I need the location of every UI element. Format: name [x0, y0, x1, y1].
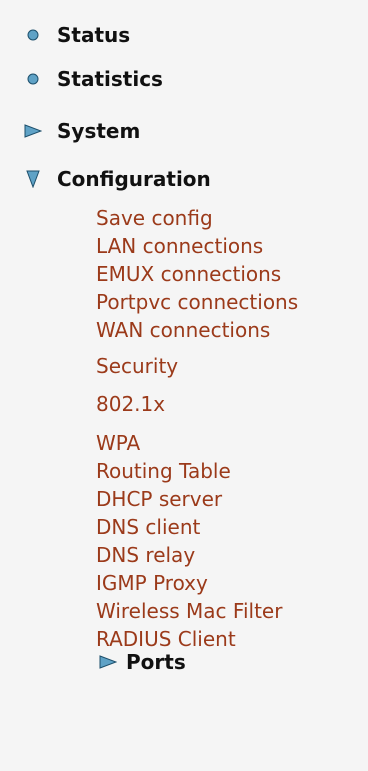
menu-item-label: Status — [57, 23, 131, 47]
submenu-link-security[interactable]: Security — [96, 354, 178, 378]
circle-bullet-icon — [24, 26, 42, 44]
submenu-link-dns-client[interactable]: DNS client — [96, 515, 200, 539]
menu-item-system[interactable]: System — [24, 116, 140, 146]
submenu-link-wireless-mac-filter[interactable]: Wireless Mac Filter — [96, 599, 282, 623]
submenu-link-portpvc-connections[interactable]: Portpvc connections — [96, 290, 298, 314]
submenu-link-8021x[interactable]: 802.1x — [96, 392, 165, 416]
triangle-down-icon — [24, 170, 42, 188]
submenu-link-dns-relay[interactable]: DNS relay — [96, 543, 195, 567]
submenu-link-dhcp-server[interactable]: DHCP server — [96, 487, 222, 511]
submenu-link-igmp-proxy[interactable]: IGMP Proxy — [96, 571, 208, 595]
submenu-link-wpa[interactable]: WPA — [96, 431, 140, 455]
menu-item-label: Configuration — [57, 167, 211, 191]
menu-item-label: Statistics — [57, 67, 163, 91]
submenu-item-label: Ports — [126, 650, 186, 674]
submenu-item-ports[interactable]: Ports — [98, 648, 186, 676]
circle-bullet-icon — [24, 70, 42, 88]
submenu-link-emux-connections[interactable]: EMUX connections — [96, 262, 281, 286]
menu-item-status[interactable]: Status — [24, 20, 130, 50]
submenu-link-lan-connections[interactable]: LAN connections — [96, 234, 263, 258]
triangle-right-icon — [98, 654, 118, 670]
left-nav-menu: Status Statistics System Configuration S… — [0, 0, 368, 771]
submenu-link-wan-connections[interactable]: WAN connections — [96, 318, 270, 342]
menu-item-configuration[interactable]: Configuration — [24, 164, 211, 194]
menu-item-label: System — [57, 119, 141, 143]
submenu-link-save-config[interactable]: Save config — [96, 206, 213, 230]
submenu-link-routing-table[interactable]: Routing Table — [96, 459, 231, 483]
menu-item-statistics[interactable]: Statistics — [24, 64, 163, 94]
triangle-right-icon — [24, 122, 42, 140]
